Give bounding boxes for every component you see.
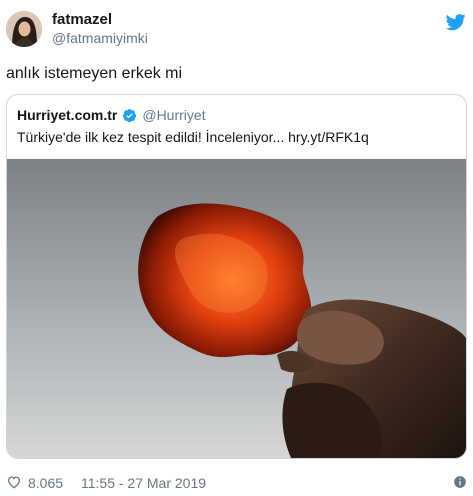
quoted-author-name[interactable]: Hurriyet.com.tr — [17, 107, 117, 123]
verified-badge-icon — [123, 108, 137, 122]
author-handle[interactable]: @fatmamiyimki — [52, 29, 148, 47]
quoted-tweet-header: Hurriyet.com.tr @Hurriyet — [17, 105, 206, 125]
tweet-timestamp[interactable]: 11:55 - 27 Mar 2019 — [81, 475, 206, 491]
tweet-header: fatmazel @fatmamiyimki — [6, 8, 466, 50]
twitter-bird-icon[interactable] — [446, 12, 466, 32]
tweet-footer: 8.065 11:55 - 27 Mar 2019 — [6, 473, 467, 493]
avatar[interactable] — [6, 11, 42, 47]
tweet-text: anlık istemeyen erkek mi — [6, 65, 183, 82]
embedded-tweet: fatmazel @fatmamiyimki anlık istemeyen e… — [0, 0, 473, 496]
heart-icon[interactable] — [6, 474, 22, 490]
amber-stone-photo — [7, 159, 466, 458]
quoted-tweet-photo[interactable] — [7, 159, 466, 458]
author-info: fatmazel @fatmamiyimki — [52, 11, 148, 47]
quoted-tweet-text[interactable]: Türkiye'de ilk kez tespit edildi! İncele… — [17, 127, 369, 147]
like-count[interactable]: 8.065 — [28, 475, 63, 491]
quoted-tweet-card[interactable]: Hurriyet.com.tr @Hurriyet Türkiye'de ilk… — [6, 94, 467, 459]
info-icon[interactable] — [453, 475, 467, 489]
quoted-author-handle[interactable]: @Hurriyet — [142, 107, 205, 123]
avatar-image — [6, 11, 42, 47]
author-display-name[interactable]: fatmazel — [52, 11, 148, 29]
